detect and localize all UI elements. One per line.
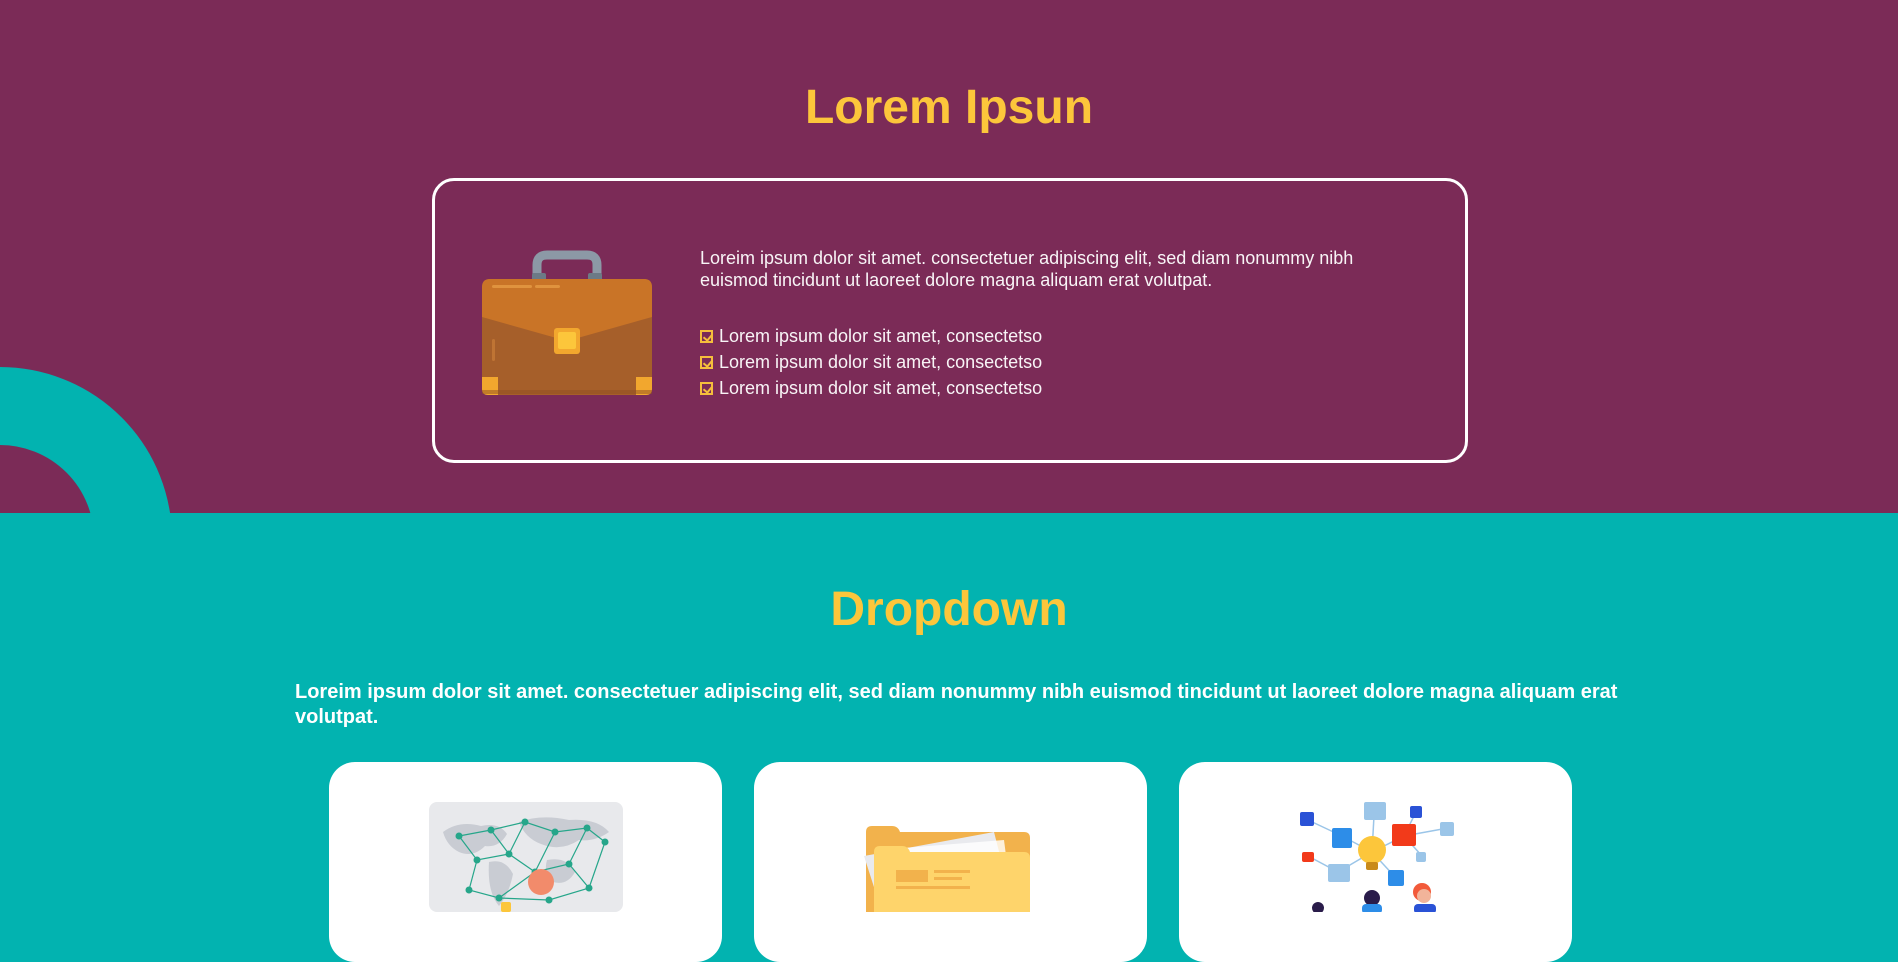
world-network-icon — [429, 802, 623, 912]
checklist-item: Lorem ipsum dolor sit amet, consectetso — [700, 323, 1042, 349]
dropdown-card-world[interactable] — [329, 762, 722, 962]
checklist: Lorem ipsum dolor sit amet, consectetso … — [700, 323, 1042, 401]
decorative-arc — [0, 367, 172, 513]
checklist-item-label: Lorem ipsum dolor sit amet, consectetso — [719, 351, 1043, 372]
dropdown-intro: Loreim ipsum dolor sit amet. consectetue… — [295, 681, 1618, 728]
idea-network-icon — [1300, 802, 1454, 912]
checklist-item: Lorem ipsum dolor sit amet, consectetso — [700, 349, 1042, 375]
hero-section: Lorem Ipsun Loreim ipsum dolor sit amet.… — [0, 0, 1898, 513]
checkbox-icon — [700, 355, 713, 369]
card-description: Loreim ipsum dolor sit amet. consectetue… — [700, 248, 1354, 290]
checklist-item-label: Lorem ipsum dolor sit amet, consectetso — [719, 377, 1043, 398]
feature-card: Loreim ipsum dolor sit amet. consectetue… — [432, 178, 1468, 463]
checkbox-icon — [700, 381, 713, 395]
folder-icon — [864, 826, 1030, 912]
checkbox-icon — [700, 329, 713, 343]
checklist-item-label: Lorem ipsum dolor sit amet, consectetso — [719, 325, 1043, 346]
checklist-item: Lorem ipsum dolor sit amet, consectetso — [700, 375, 1042, 401]
briefcase-icon — [482, 250, 652, 395]
dropdown-card-idea[interactable] — [1179, 762, 1572, 962]
dropdown-title: Dropdown — [830, 583, 1068, 636]
hero-title: Lorem Ipsun — [804, 81, 1094, 134]
dropdown-card-folder[interactable] — [754, 762, 1147, 962]
